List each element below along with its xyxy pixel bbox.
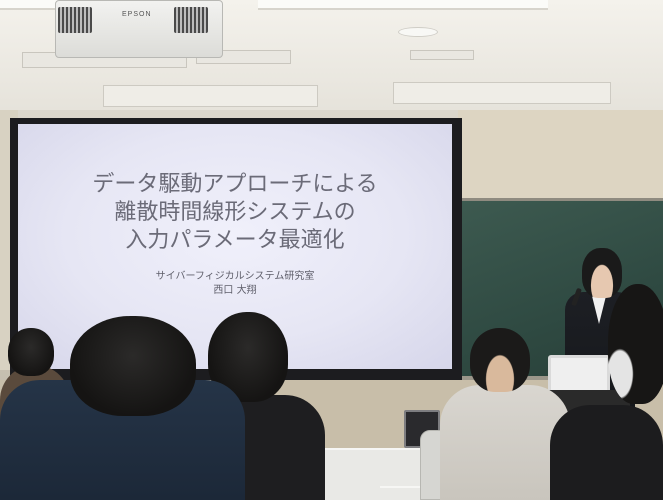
ceiling-beam	[393, 82, 611, 104]
ceiling-light	[258, 0, 548, 10]
podium-monitor	[548, 355, 610, 395]
audience-member-head	[8, 328, 54, 376]
right-wall	[458, 110, 663, 205]
ceiling-vent	[410, 50, 474, 60]
audience-member-body	[550, 405, 663, 500]
ceiling-light	[0, 0, 60, 10]
audience-member-head	[608, 284, 663, 404]
projector: EPSON	[55, 0, 223, 58]
ceiling-downlight	[398, 27, 438, 37]
lecture-room-scene: EPSON データ駆動アプローチによる 離散時間線形システムの 入力パラメータ最…	[0, 0, 663, 500]
projector-grille	[174, 7, 208, 33]
ceiling-beam	[103, 85, 318, 107]
audience-member-head	[70, 316, 196, 416]
slide-author: 西口 大翔	[213, 285, 257, 296]
slide-title-line-3: 入力パラメータ最適化	[125, 228, 345, 253]
audience-member-head	[470, 328, 530, 392]
presenter-head	[582, 248, 622, 298]
projector-brand: EPSON	[122, 11, 152, 18]
projector-grille	[58, 7, 92, 33]
slide-lab-name: サイバーフィジカルシステム研究室	[155, 271, 315, 282]
